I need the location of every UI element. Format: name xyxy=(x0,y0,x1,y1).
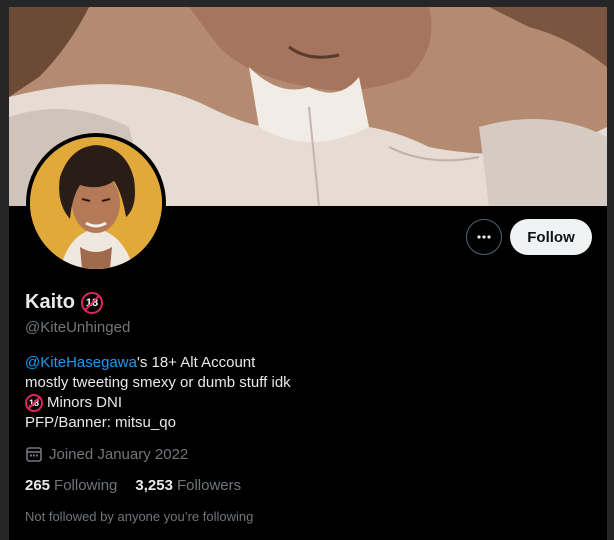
bio-line-4: PFP/Banner: mitsu_qo xyxy=(25,414,176,431)
bio-line-2: mostly tweeting smexy or dumb stuff idk xyxy=(25,374,291,391)
joined-date-text: Joined January 2022 xyxy=(49,445,189,463)
display-name-row: Kaito 18 xyxy=(25,291,103,314)
window-frame-left xyxy=(0,0,9,540)
followed-by-note: Not followed by anyone you’re following xyxy=(25,509,254,524)
window-frame-top xyxy=(0,0,614,7)
followers-count: 3,253 xyxy=(135,477,173,494)
following-count: 265 xyxy=(25,477,51,494)
username-handle: @KiteUnhinged xyxy=(25,319,131,336)
profile-header: Follow Kaito 18 @KiteUnhinged @KiteHaseg… xyxy=(9,7,607,540)
more-horizontal-icon xyxy=(477,235,491,239)
no-under-18-icon: 18 xyxy=(25,394,43,412)
followers-label: Followers xyxy=(176,477,242,494)
bio-line-1: @KiteHasegawa's 18+ Alt Account xyxy=(25,353,291,373)
more-options-button[interactable] xyxy=(466,219,502,255)
avatar[interactable] xyxy=(30,137,162,269)
display-name: Kaito xyxy=(25,291,75,313)
bio-mention-link[interactable]: @KiteHasegawa xyxy=(25,354,137,371)
bio-line-3: 18 Minors DNI xyxy=(25,393,291,413)
profile-bio: @KiteHasegawa's 18+ Alt Account mostly t… xyxy=(25,353,291,433)
avatar-frame[interactable] xyxy=(26,133,166,273)
calendar-icon xyxy=(26,447,42,462)
following-label: Following xyxy=(54,477,118,494)
no-under-18-icon: 18 xyxy=(81,291,103,314)
joined-date: Joined January 2022 xyxy=(25,445,188,463)
avatar-artwork xyxy=(30,137,162,269)
followers-link[interactable]: 3,253 Followers xyxy=(135,477,241,494)
window-frame-right xyxy=(607,0,614,540)
bio-line-1-text: 's 18+ Alt Account xyxy=(136,354,256,371)
following-link[interactable]: 265 Following xyxy=(25,477,117,494)
follow-stats: 265 Following 3,253 Followers xyxy=(25,477,241,494)
follow-button[interactable]: Follow xyxy=(510,219,592,255)
bio-line-3-text: Minors DNI xyxy=(47,394,123,411)
